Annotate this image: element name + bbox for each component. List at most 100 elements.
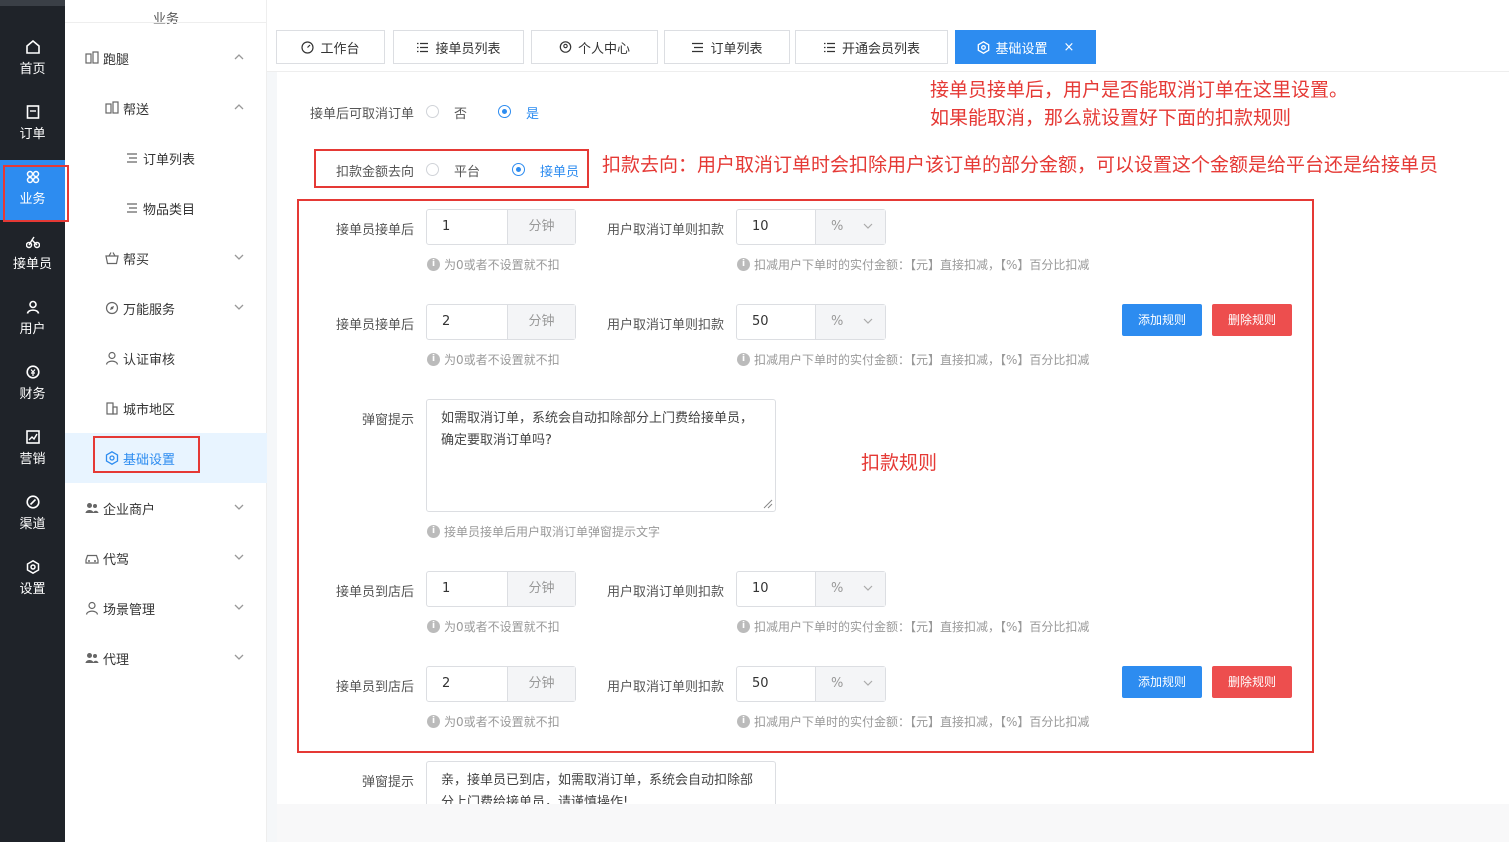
rail-label-marketing: 营销 <box>19 452 46 467</box>
submenu-item-buy[interactable]: 帮买 <box>65 233 267 283</box>
rail-label-user: 用户 <box>19 322 46 337</box>
rail-item-settings[interactable]: 设置 <box>0 550 65 610</box>
submenu-item-delivery[interactable]: 帮送 <box>65 83 267 133</box>
tab-label-basic-settings: 基础设置 <box>995 41 1048 57</box>
chart-icon <box>25 430 40 444</box>
car-icon <box>85 554 99 564</box>
submenu-item-errand[interactable]: 跑腿 <box>65 33 267 83</box>
cancel-no-label: 否 <box>454 107 468 122</box>
annotation-direction-note: 扣款去向：用户取消订单时会扣除用户该订单的部分金额，可以设置这个金额是给平台还是… <box>602 154 1439 176</box>
rail-item-home[interactable]: 首页 <box>0 30 65 90</box>
submenu-item-order-list[interactable]: 订单列表 <box>65 133 267 183</box>
cancel-yes-label: 是 <box>526 107 540 122</box>
close-icon[interactable]: × <box>1064 40 1075 55</box>
rail-item-user[interactable]: 用户 <box>0 290 65 350</box>
tab-label-member-list: 开通会员列表 <box>841 41 920 57</box>
route-icon <box>105 101 119 114</box>
submenu-item-universal[interactable]: 万能服务 <box>65 283 267 333</box>
dashboard-icon <box>301 40 315 54</box>
chevron-down-icon <box>234 304 244 310</box>
submenu-item-city[interactable]: 城市地区 <box>65 383 267 433</box>
rail-label-channel: 渠道 <box>19 517 46 532</box>
tab-order-list[interactable]: 订单列表 <box>664 30 790 64</box>
chevron-down-icon <box>234 654 244 660</box>
submenu-label-agent: 代理 <box>103 652 130 668</box>
order-icon <box>26 105 39 119</box>
tab-label-workbench: 工作台 <box>320 41 360 57</box>
list-icon <box>127 153 137 163</box>
tab-workbench[interactable]: 工作台 <box>276 30 385 64</box>
content-footer-strip <box>277 804 1509 842</box>
submenu-label-order-list: 订单列表 <box>143 152 196 168</box>
popup-2-text: 亲，接单员已到店，如需取消订单，系统会自动扣除部分上门费给接单员，请谨慎操作! <box>441 773 754 804</box>
tab-member-list[interactable]: 开通会员列表 <box>795 30 948 64</box>
submenu-label-enterprise: 企业商户 <box>103 502 156 518</box>
settings-icon <box>977 40 989 54</box>
tab-label-rider-list: 接单员列表 <box>435 41 501 57</box>
rail-item-rider[interactable]: 接单员 <box>0 225 65 285</box>
bike-icon <box>25 236 40 249</box>
submenu-label-universal: 万能服务 <box>123 302 176 318</box>
basket-icon <box>105 252 119 265</box>
chevron-up-icon <box>234 54 244 60</box>
annotation-cancel-note-1: 接单员接单后，用户是否能取消订单在这里设置。 <box>930 79 1349 101</box>
chevron-down-icon <box>234 504 244 510</box>
popup-2-label: 弹窗提示 <box>361 775 414 790</box>
chevron-up-icon <box>234 104 244 110</box>
rail-label-home: 首页 <box>19 62 46 77</box>
rail-item-channel[interactable]: 渠道 <box>0 485 65 545</box>
list-icon <box>692 42 704 52</box>
chevron-down-icon <box>234 254 244 260</box>
settings-icon <box>26 560 39 574</box>
tab-rider-list[interactable]: 接单员列表 <box>393 30 524 64</box>
icon-rail: 首页 订单 业务 接单员 用户 财务 营销 渠道 设置 <box>0 0 65 842</box>
chevron-down-icon <box>234 554 244 560</box>
tab-basic-settings[interactable]: 基础设置 × <box>955 30 1096 64</box>
user-icon <box>85 601 99 615</box>
annotation-cancel-note-2: 如果能取消，那么就设置好下面的扣款规则 <box>930 107 1292 129</box>
list-icon <box>417 42 429 52</box>
submenu-item-agent[interactable]: 代理 <box>65 633 267 683</box>
submenu-label-category: 物品类目 <box>143 202 196 218</box>
submenu-label-scene: 场景管理 <box>103 602 156 618</box>
cancel-no-radio[interactable] <box>426 105 439 118</box>
rail-top-bar <box>0 0 65 6</box>
rail-item-marketing[interactable]: 营销 <box>0 420 65 480</box>
tab-label-profile: 个人中心 <box>577 41 630 57</box>
tab-bar: 工作台 接单员列表 个人中心 订单列表 开通会员列表 基础设置 × <box>267 22 1509 72</box>
annotation-box-rules <box>297 199 1314 753</box>
submenu-label-city: 城市地区 <box>123 402 176 418</box>
annotation-box-basic-settings <box>93 436 200 473</box>
submenu-item-driver[interactable]: 代驾 <box>65 533 267 583</box>
channel-icon <box>25 495 40 509</box>
list-icon <box>127 203 137 213</box>
tab-profile[interactable]: 个人中心 <box>531 30 658 64</box>
cancel-allowed-label: 接单后可取消订单 <box>309 107 414 122</box>
rail-item-finance[interactable]: 财务 <box>0 355 65 415</box>
cancel-yes-radio[interactable] <box>498 105 511 118</box>
popup-2-textarea[interactable]: 亲，接单员已到店，如需取消订单，系统会自动扣除部分上门费给接单员，请谨慎操作! <box>426 761 776 804</box>
rail-label-order: 订单 <box>19 127 46 142</box>
users-icon <box>85 653 99 663</box>
sub-menu: 业务 跑腿 帮送 订单列表 物品类目 帮买 万能服务 认证审核 城市地区 基础设… <box>65 0 267 842</box>
submenu-label-driver: 代驾 <box>103 552 130 568</box>
list-icon <box>823 42 835 52</box>
submenu-item-category[interactable]: 物品类目 <box>65 183 267 233</box>
annotation-box-direction <box>314 149 589 188</box>
submenu-item-scene[interactable]: 场景管理 <box>65 583 267 633</box>
user-icon <box>105 351 119 365</box>
rail-item-order[interactable]: 订单 <box>0 95 65 155</box>
rail-label-finance: 财务 <box>19 387 46 402</box>
finance-icon <box>25 365 40 379</box>
chevron-down-icon <box>234 604 244 610</box>
rail-label-settings: 设置 <box>19 582 46 597</box>
tab-label-order-list: 订单列表 <box>710 41 763 57</box>
submenu-item-verify[interactable]: 认证审核 <box>65 333 267 383</box>
compass-icon <box>105 301 119 315</box>
home-icon <box>25 40 40 54</box>
location-user-icon <box>559 40 572 53</box>
route-icon <box>85 51 99 64</box>
annotation-rules-note: 扣款规则 <box>861 452 938 474</box>
submenu-label-errand: 跑腿 <box>103 52 130 68</box>
submenu-item-enterprise[interactable]: 企业商户 <box>65 483 267 533</box>
